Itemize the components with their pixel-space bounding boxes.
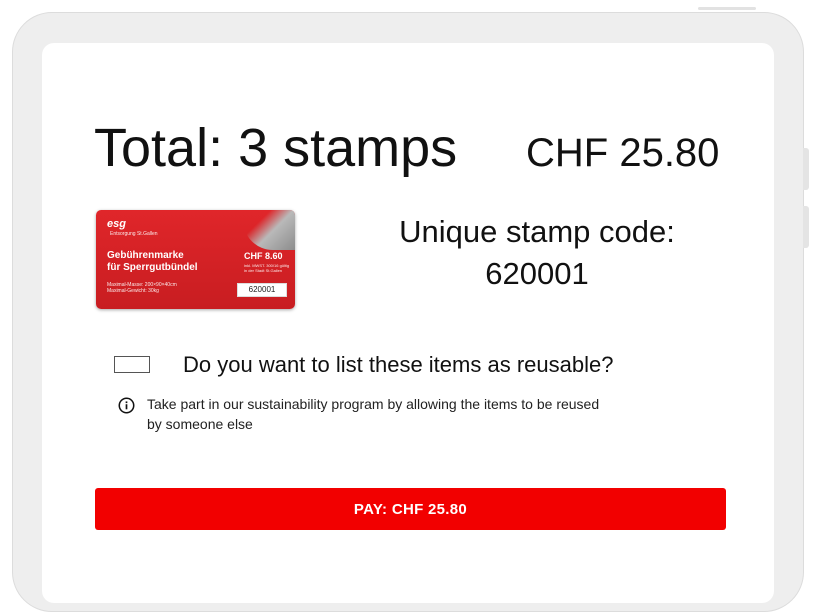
checkout-card: Total: 3 stamps CHF 25.80 esg Entsorgung… [42,43,774,603]
device-side-button [803,148,809,190]
stamp-image: esg Entsorgung St.Gallen Gebührenmarke f… [96,210,295,309]
device-side-button [803,206,809,248]
stamp-logo: esg [107,218,126,230]
pay-button[interactable]: PAY: CHF 25.80 [95,488,726,530]
unique-stamp-code-label: Unique stamp code: [399,214,675,249]
stamp-hologram [243,210,295,250]
stamp-dims-line2: Maximal-Gewicht: 30kg [107,288,159,294]
info-circle-icon [118,397,135,414]
stamp-name: Gebührenmarke für Sperrgutbündel [107,250,237,274]
reusable-question: Do you want to list these items as reusa… [183,352,614,377]
device-top-slot [698,7,756,10]
unique-stamp-code: Unique stamp code: 620001 [367,211,707,295]
stamp-logo-subtitle: Entsorgung St.Gallen [110,231,158,237]
stamp-dimensions: Maximal-Masse: 200×90×40cm Maximal-Gewic… [107,282,227,294]
stamp-price: CHF 8.60 [244,251,283,261]
stamp-name-line1: Gebührenmarke [107,250,184,261]
unique-stamp-code-value: 620001 [485,256,589,291]
reusable-info-text: Take part in our sustainability program … [147,396,600,432]
stamp-name-line2: für Sperrgutbündel [107,262,198,273]
stamp-fine-print: inkl. MWST. 300/16 gültig in der Stadt S… [244,263,290,273]
total-stamps-title: Total: 3 stamps [94,118,458,178]
total-price: CHF 25.80 [526,131,720,175]
stamp-code-box: 620001 [237,283,287,297]
reusable-checkbox[interactable] [114,356,150,373]
